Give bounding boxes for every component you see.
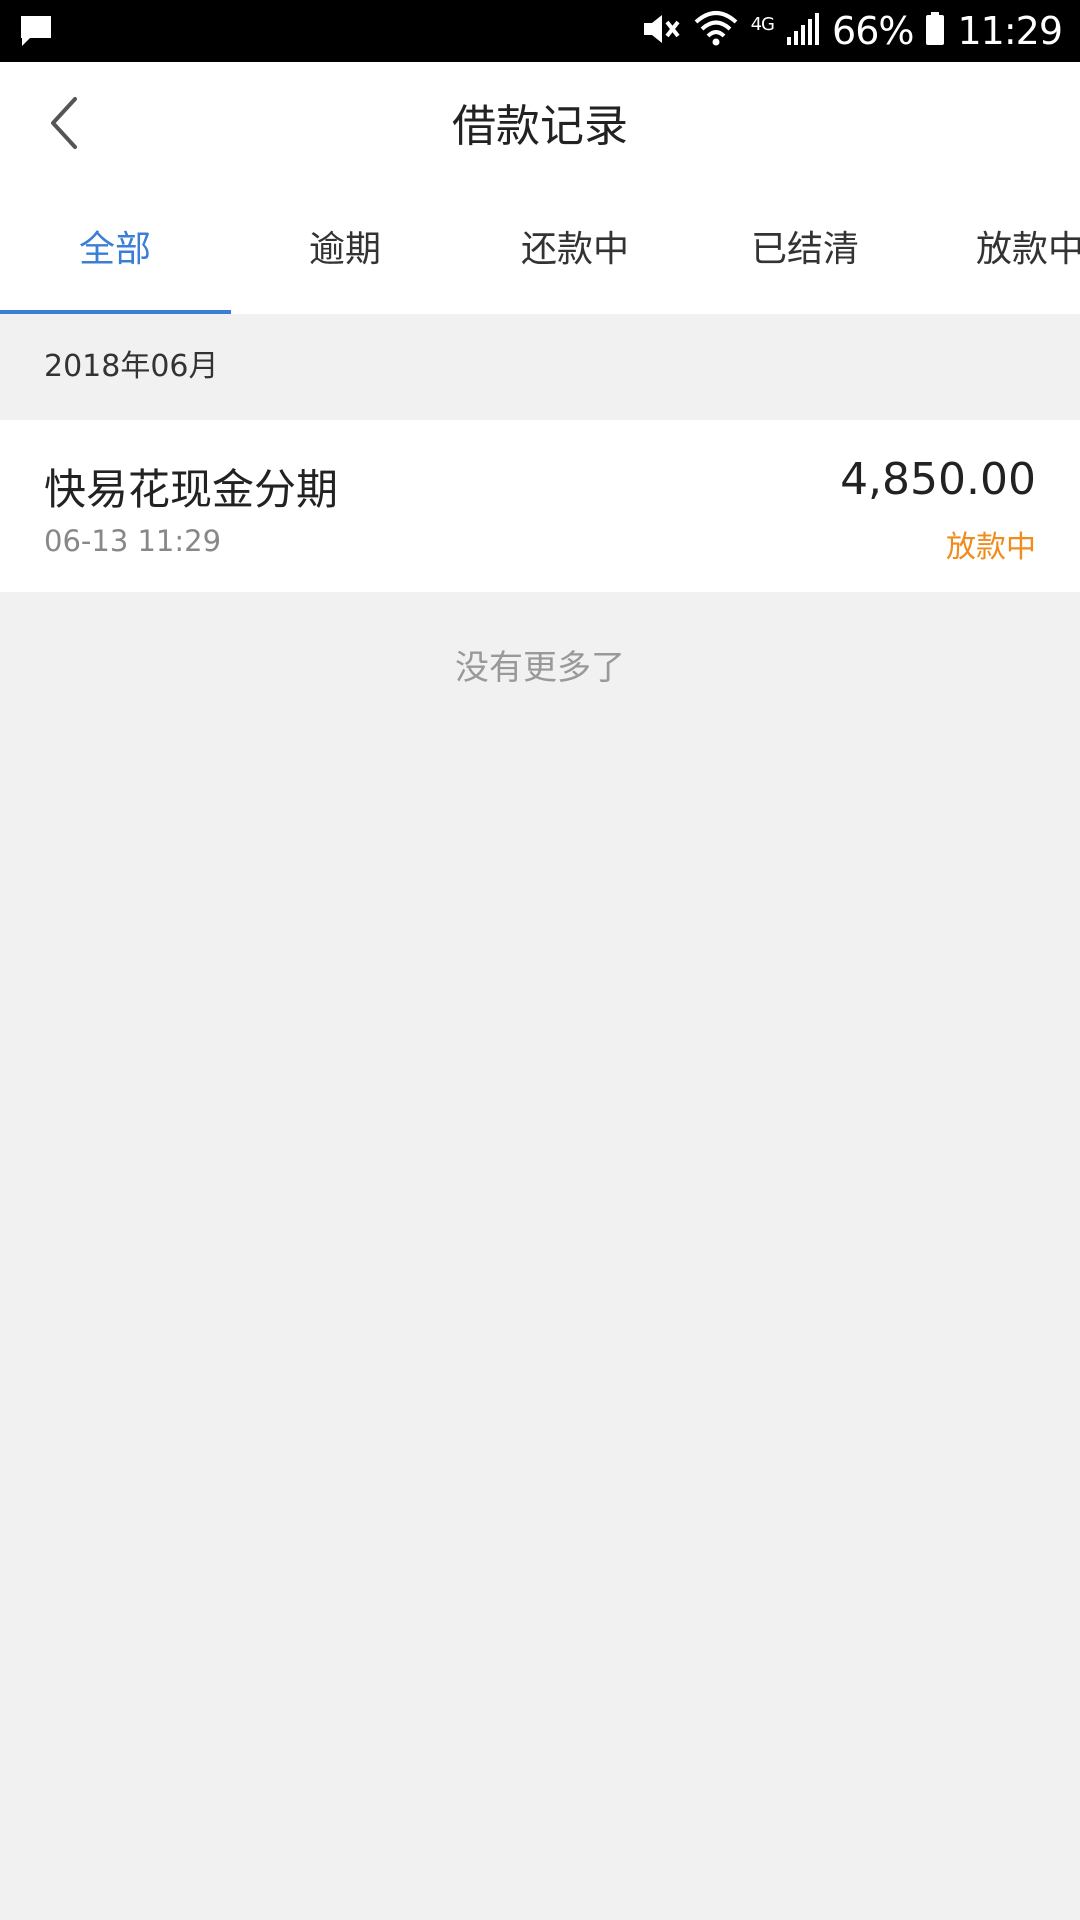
loan-record-item[interactable]: 快易花现金分期 06-13 11:29 4,850.00 放款中 [0, 420, 1080, 592]
tab-repaying[interactable]: 还款中 [460, 192, 690, 314]
loan-amount: 4,850.00 [840, 454, 1036, 505]
page-title: 借款记录 [452, 101, 628, 152]
chevron-left-icon [45, 95, 85, 155]
battery-icon [925, 12, 945, 50]
loan-time: 06-13 11:29 [44, 524, 222, 558]
no-more-text: 没有更多了 [455, 648, 625, 688]
clock: 11:29 [957, 9, 1063, 53]
status-bar: 4G 66% 11:29 [0, 0, 1080, 62]
loan-product-name: 快易花现金分期 [44, 465, 339, 514]
signal-icon [786, 12, 820, 50]
mute-icon [641, 11, 681, 51]
filter-tabs: 全部 逾期 还款中 已结清 放款中 [0, 192, 1080, 314]
month-header: 2018年06月 [0, 314, 1080, 420]
message-icon [18, 14, 54, 52]
tab-all[interactable]: 全部 [0, 192, 230, 314]
tab-overdue[interactable]: 逾期 [230, 192, 460, 314]
tab-settled[interactable]: 已结清 [690, 192, 920, 314]
battery-percent: 66% [832, 9, 914, 53]
app-bar: 借款记录 [0, 62, 1080, 192]
tab-disbursing[interactable]: 放款中 [920, 192, 1080, 314]
loan-status: 放款中 [946, 530, 1036, 565]
status-icons: 4G 66% 11:29 [641, 0, 1063, 62]
back-button[interactable] [30, 90, 100, 160]
wifi-icon [693, 10, 739, 52]
network-type: 4G [750, 14, 775, 35]
